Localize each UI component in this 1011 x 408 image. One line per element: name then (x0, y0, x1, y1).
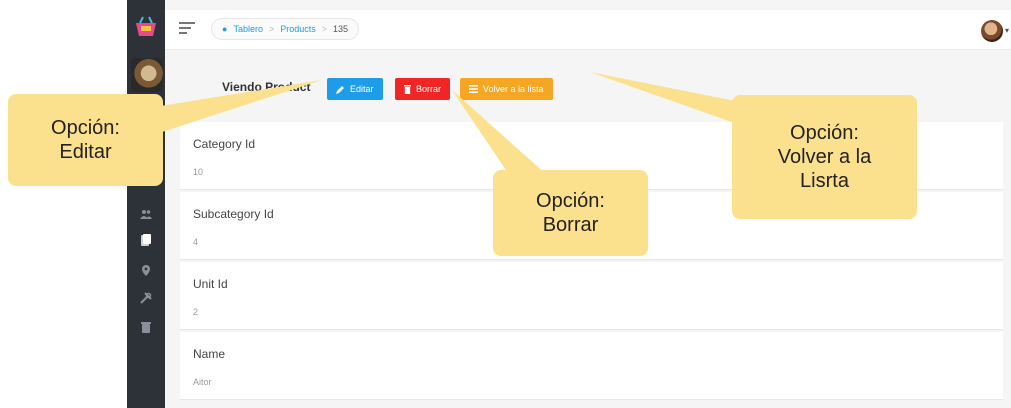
field-name: Name Aitor (180, 332, 1003, 400)
callout-edit-line2: Editar (59, 141, 112, 163)
callout-back-line1: Opción: (790, 122, 859, 144)
page-title: Viendo Product (222, 80, 311, 94)
field-value: 10 (193, 167, 204, 177)
delete-button-label: Borrar (416, 84, 442, 94)
callout-edit-line1: Opción: (51, 117, 120, 139)
callout-back-line3: Lisrta (800, 170, 849, 192)
breadcrumb-home[interactable]: Tablero (233, 24, 263, 34)
callout-delete-line2: Borrar (542, 214, 599, 236)
breadcrumb-separator: > (268, 24, 275, 34)
users-icon[interactable] (136, 204, 156, 224)
field-label: Unit Id (193, 277, 228, 291)
pencil-icon (336, 85, 344, 94)
delete-button[interactable]: Borrar (395, 78, 451, 100)
field-label: Name (193, 347, 226, 361)
field-value: Aitor (193, 377, 212, 387)
back-to-list-button-label: Volver a la lista (483, 84, 544, 94)
home-icon: ● (222, 24, 228, 34)
field-value: 2 (193, 307, 199, 317)
tools-icon[interactable] (136, 288, 156, 308)
field-value: 4 (193, 237, 199, 247)
list-icon (469, 85, 478, 93)
app-logo-icon[interactable] (133, 14, 159, 40)
trash-icon (404, 84, 411, 94)
sidebar-avatar[interactable] (131, 58, 163, 92)
edit-button[interactable]: Editar (327, 78, 383, 100)
callout-delete: Opción: Borrar (493, 170, 648, 256)
top-bar: ● Tablero > Products > 135 ▾ (165, 10, 1011, 50)
user-avatar[interactable] (981, 20, 1003, 42)
sidebar (127, 0, 165, 408)
chevron-down-icon[interactable]: ▾ (1005, 26, 1009, 35)
callout-delete-line1: Opción: (536, 190, 605, 212)
callout-back: Opción: Volver a la Lisrta (732, 95, 917, 219)
breadcrumb-current: 135 (333, 24, 349, 34)
field-unit-id: Unit Id 2 (180, 262, 1003, 330)
breadcrumb: ● Tablero > Products > 135 (211, 18, 360, 40)
field-label: Subcategory Id (193, 207, 274, 221)
field-label: Category Id (193, 137, 256, 151)
breadcrumb-products[interactable]: Products (280, 24, 316, 34)
edit-button-label: Editar (350, 84, 374, 94)
menu-toggle-icon[interactable] (179, 22, 195, 36)
documents-icon[interactable] (136, 230, 156, 250)
location-pin-icon[interactable] (136, 260, 156, 280)
trash-icon[interactable] (136, 317, 156, 337)
back-to-list-button[interactable]: Volver a la lista (460, 78, 553, 100)
callout-back-line2: Volver a la (777, 146, 872, 168)
callout-edit: Opción: Editar (8, 94, 163, 186)
breadcrumb-separator: > (321, 24, 328, 34)
